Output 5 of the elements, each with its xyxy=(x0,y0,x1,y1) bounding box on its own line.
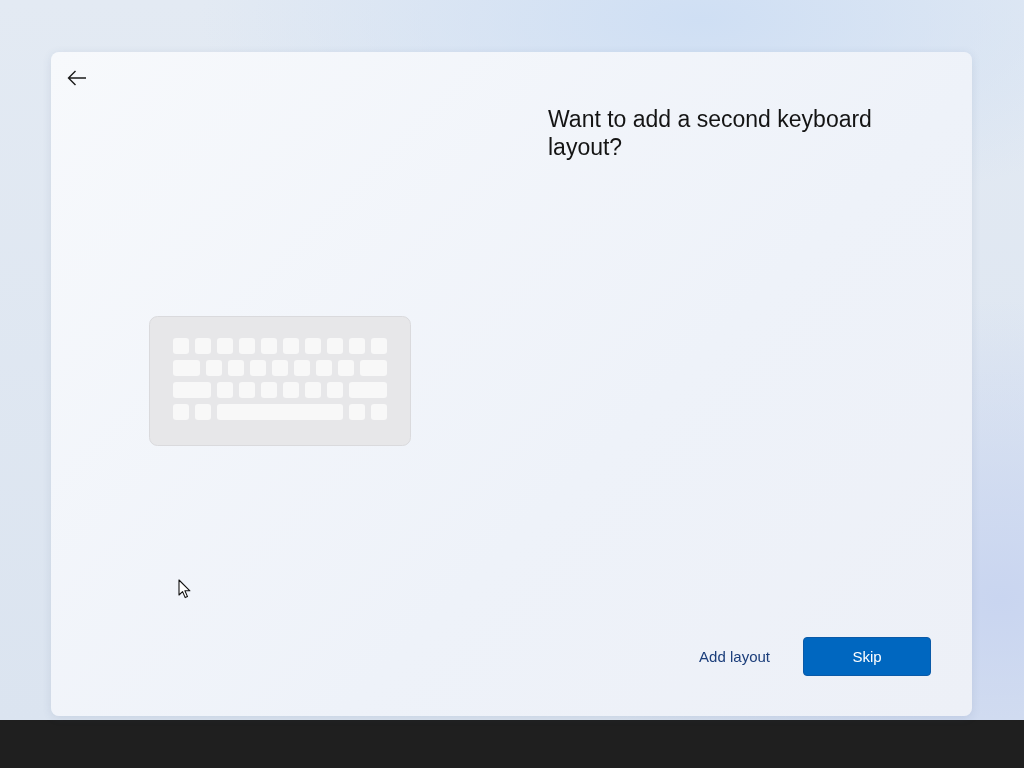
dialog-title: Want to add a second keyboard layout? xyxy=(548,105,873,161)
add-layout-button[interactable]: Add layout xyxy=(691,637,778,676)
skip-button[interactable]: Skip xyxy=(803,637,931,676)
cursor-icon xyxy=(178,579,191,599)
arrow-left-icon xyxy=(67,70,87,86)
